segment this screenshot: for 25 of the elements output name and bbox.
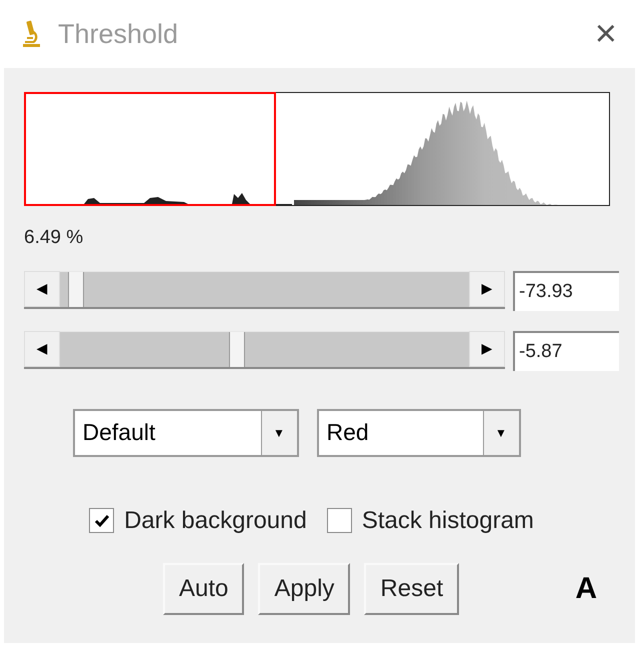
checkbox[interactable]: [89, 508, 114, 533]
scroll-left-button[interactable]: ◀: [24, 330, 60, 366]
value-field[interactable]: -73.93: [513, 270, 619, 310]
scroll-right-button[interactable]: ▶: [469, 330, 505, 366]
dialog-button[interactable]: Auto: [163, 562, 244, 614]
dropdown[interactable]: Red ▼: [316, 408, 520, 456]
value-field[interactable]: -5.87: [513, 330, 619, 370]
checkbox-label: Stack histogram: [362, 506, 534, 536]
checkbox[interactable]: [326, 508, 352, 533]
dialog-button[interactable]: Apply: [258, 562, 350, 614]
dropdown-value: Red: [326, 418, 370, 448]
scroll-right-button[interactable]: ▶: [469, 270, 505, 306]
slider-thumb[interactable]: [228, 332, 245, 366]
dialog-button[interactable]: Reset: [364, 562, 460, 614]
slider-thumb[interactable]: [68, 272, 84, 306]
scroll-left-button[interactable]: ◀: [24, 270, 60, 306]
window-title: Threshold: [58, 18, 178, 51]
checkbox-label: Dark background: [124, 506, 307, 536]
dropdown[interactable]: Default ▼: [72, 408, 298, 456]
dropdown-value: Default: [82, 418, 156, 448]
percentage-label: 6.49 %: [24, 226, 84, 250]
microscope-icon: [20, 19, 42, 49]
close-button[interactable]: ×: [594, 15, 617, 53]
check-icon: [94, 514, 110, 528]
panel-label: A: [575, 571, 597, 607]
